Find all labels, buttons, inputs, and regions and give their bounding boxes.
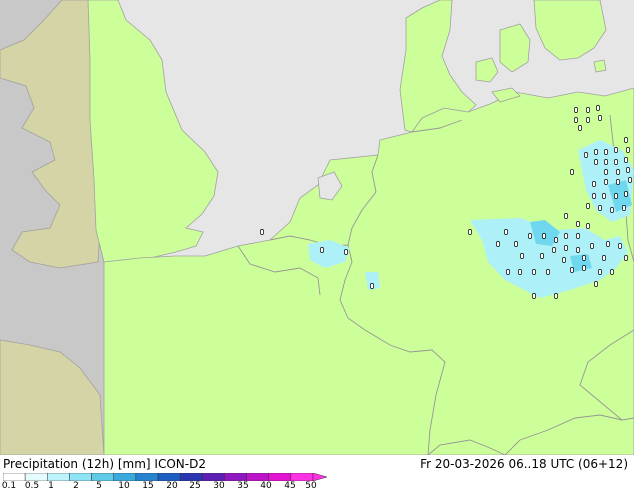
precip-value-marker (578, 125, 582, 131)
precip-value-marker (576, 233, 580, 239)
valid-time: Fr 20-03-2026 06..18 UTC (06+12) (420, 457, 628, 471)
precip-value-marker (624, 157, 628, 163)
precip-value-marker (586, 107, 590, 113)
precip-value-marker (370, 283, 374, 289)
color-scale (3, 473, 328, 481)
precip-value-marker (614, 147, 618, 153)
precip-value-marker (468, 229, 472, 235)
precip-value-marker (562, 257, 566, 263)
precip-value-marker (576, 247, 580, 253)
precip-value-marker (582, 255, 586, 261)
precip-value-marker (614, 193, 618, 199)
precip-value-marker (542, 233, 546, 239)
precip-value-marker (626, 167, 630, 173)
precip-value-marker (602, 255, 606, 261)
precip-value-marker (596, 105, 600, 111)
precip-value-marker (520, 253, 524, 259)
legend-swatch (224, 473, 247, 481)
precip-value-marker (564, 233, 568, 239)
legend-swatch (3, 473, 26, 481)
precip-value-marker (614, 159, 618, 165)
precip-value-marker (564, 213, 568, 219)
map-title: Precipitation (12h) [mm] ICON-D2 (3, 457, 206, 471)
precip-value-marker (626, 147, 630, 153)
precip-value-marker (506, 269, 510, 275)
legend-swatch (157, 473, 181, 481)
precip-value-marker (554, 237, 558, 243)
precip-value-marker (514, 241, 518, 247)
precip-value-marker (592, 193, 596, 199)
legend-swatch (179, 473, 203, 481)
precip-value-marker (604, 159, 608, 165)
precip-value-marker (616, 179, 620, 185)
precip-value-marker (592, 181, 596, 187)
precip-value-marker (564, 245, 568, 251)
legend-swatch (47, 473, 70, 481)
precip-value-marker (570, 267, 574, 273)
footer: Precipitation (12h) [mm] ICON-D2 Fr 20-0… (0, 455, 634, 491)
legend-swatch (69, 473, 92, 481)
legend-overflow-arrow (312, 473, 328, 481)
precipitation-map (0, 0, 634, 455)
precip-value-marker (518, 269, 522, 275)
precip-value-marker (532, 269, 536, 275)
precip-value-marker (628, 177, 632, 183)
precip-value-marker (586, 117, 590, 123)
precip-value-marker (624, 137, 628, 143)
precip-value-marker (582, 265, 586, 271)
precip-value-marker (624, 191, 628, 197)
precip-value-marker (554, 293, 558, 299)
precip-value-marker (590, 243, 594, 249)
precip-value-marker (320, 247, 324, 253)
precip-value-marker (532, 293, 536, 299)
legend-swatch (290, 473, 314, 481)
precip-value-marker (604, 179, 608, 185)
map-canvas (0, 0, 634, 455)
precip-value-marker (610, 269, 614, 275)
legend-swatch (113, 473, 137, 481)
precip-value-marker (594, 281, 598, 287)
precip-value-marker (598, 269, 602, 275)
precip-value-marker (586, 223, 590, 229)
precip-value-marker (622, 205, 626, 211)
precip-value-marker (624, 255, 628, 261)
bornholm (593, 59, 607, 73)
legend-swatch (135, 473, 159, 481)
precip-value-marker (604, 149, 608, 155)
precip-value-marker (260, 229, 264, 235)
precip-value-marker (598, 205, 602, 211)
legend-swatch (202, 473, 225, 481)
legend-swatch (246, 473, 269, 481)
precip-value-marker (546, 269, 550, 275)
precip-value-marker (570, 169, 574, 175)
precip-value-marker (540, 253, 544, 259)
precip-value-marker (602, 193, 606, 199)
precip-value-marker (574, 117, 578, 123)
precip-value-marker (606, 241, 610, 247)
precip-value-marker (504, 229, 508, 235)
precip-value-marker (618, 243, 622, 249)
precip-value-marker (584, 152, 588, 158)
precip-value-marker (586, 203, 590, 209)
legend-swatch (268, 473, 292, 481)
precip-value-marker (616, 169, 620, 175)
legend-swatch (24, 473, 48, 481)
precip-value-marker (594, 159, 598, 165)
precip-value-marker (576, 221, 580, 227)
precip-value-marker (604, 169, 608, 175)
precip-value-marker (574, 107, 578, 113)
precip-value-marker (344, 249, 348, 255)
legend-swatch (91, 473, 114, 481)
precip-value-marker (496, 241, 500, 247)
precip-value-marker (528, 233, 532, 239)
precip-value-marker (598, 115, 602, 121)
precip-value-marker (594, 149, 598, 155)
precip-value-marker (552, 247, 556, 253)
precip-value-marker (610, 207, 614, 213)
